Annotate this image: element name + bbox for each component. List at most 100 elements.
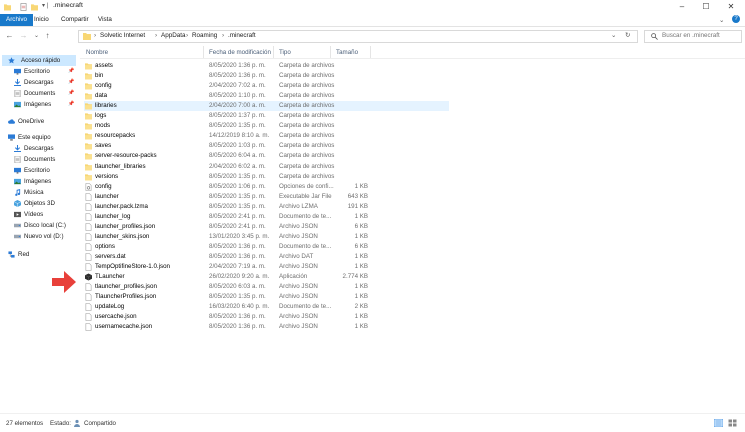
tab-vista[interactable]: Vista <box>92 14 118 26</box>
navigation-bar: ← → ⌄ ↑ › Solvetic Internet › AppData › … <box>0 27 745 45</box>
table-row[interactable]: assets 8/05/2020 1:36 p. m. Carpeta de arc… <box>84 61 449 71</box>
recent-locations-icon[interactable]: ⌄ <box>31 30 42 42</box>
table-row[interactable]: config 8/05/2020 1:06 p. m. Opciones de co… <box>84 182 449 192</box>
folder-icon <box>85 63 92 70</box>
breadcrumb-roaming[interactable]: Roaming <box>192 32 217 39</box>
breadcrumb-appdata[interactable]: AppData <box>161 32 186 39</box>
table-row[interactable]: TempOptifineStore-1.0.json 2/04/2020 7:19… <box>84 262 449 272</box>
table-row[interactable]: resourcepacks 14/12/2019 8:10 a. m. Carpet… <box>84 131 449 141</box>
maximize-button[interactable]: ☐ <box>694 0 718 14</box>
address-dropdown-icon[interactable]: ⌄ <box>611 32 616 39</box>
address-bar[interactable]: › Solvetic Internet › AppData › Roaming … <box>78 30 638 43</box>
column-divider[interactable] <box>330 46 331 58</box>
sidebar-item-imagenes-equipo[interactable]: Imágenes <box>14 176 76 187</box>
table-row[interactable]: logs 8/05/2020 1:37 p. m. Carpeta de archi… <box>84 111 449 121</box>
table-row[interactable]: usernamecache.json 8/05/2020 1:36 p. m. Ar… <box>84 322 449 332</box>
file-date: 8/05/2020 1:35 p. m. <box>209 122 266 130</box>
sidebar-item-acceso-rapido[interactable]: Acceso rápido <box>2 55 76 66</box>
table-row[interactable]: tlauncher_libraries 2/04/2020 6:02 a. m. C… <box>84 162 449 172</box>
table-row[interactable]: saves 8/05/2020 1:03 p. m. Carpeta de arch… <box>84 141 449 151</box>
sidebar-item-descargas-equipo[interactable]: Descargas <box>14 143 76 154</box>
refresh-icon[interactable]: ↻ <box>625 32 630 39</box>
sidebar-item-red[interactable]: Red <box>8 249 76 260</box>
table-row[interactable]: launcher_skins.json 13/01/2020 3:45 p. m.… <box>84 232 449 242</box>
pictures-icon <box>14 178 21 185</box>
table-row[interactable]: usercache.json 8/05/2020 1:36 p. m. Archiv… <box>84 312 449 322</box>
column-divider[interactable] <box>203 46 204 58</box>
file-icon <box>85 283 92 291</box>
file-size: 1 KB <box>354 323 368 331</box>
new-folder-icon[interactable] <box>31 3 38 11</box>
sidebar-item-musica[interactable]: Música <box>14 187 76 198</box>
column-header-date[interactable]: Fecha de modificación <box>209 49 271 56</box>
large-icons-view-icon[interactable] <box>728 419 737 427</box>
search-box[interactable] <box>644 30 742 43</box>
help-icon[interactable]: ? <box>732 15 740 23</box>
sidebar-item-escritorio[interactable]: Escritorio 📌 <box>14 66 76 77</box>
sidebar-item-nuevo-vol-d[interactable]: Nuevo vol (D:) <box>14 231 76 242</box>
table-row[interactable]: options 8/05/2020 1:36 p. m. Documento de … <box>84 242 449 252</box>
up-button[interactable]: ↑ <box>42 30 53 42</box>
table-row[interactable]: libraries 2/04/2020 7:00 a. m. Carpeta de … <box>84 101 449 112</box>
sidebar-item-documents[interactable]: Documents 📌 <box>14 88 76 99</box>
file-size: 2.774 KB <box>342 273 368 281</box>
sidebar-item-documents-equipo[interactable]: Documents <box>14 154 76 165</box>
table-row[interactable]: launcher_profiles.json 8/05/2020 2:41 p. … <box>84 222 449 232</box>
file-date: 8/05/2020 1:37 p. m. <box>209 112 266 120</box>
properties-icon[interactable] <box>20 3 27 11</box>
folder-icon <box>85 113 92 120</box>
column-header-name[interactable]: Nombre <box>86 49 108 56</box>
table-row[interactable]: updateLog 16/03/2020 6:40 p. m. Documento … <box>84 302 449 312</box>
search-input[interactable] <box>662 32 738 39</box>
table-row[interactable]: server-resource-packs 8/05/2020 6:04 a. m… <box>84 151 449 161</box>
table-row[interactable]: TlauncherProfiles.json 8/05/2020 1:35 p. … <box>84 292 449 302</box>
sidebar-item-onedrive[interactable]: OneDrive <box>8 116 76 127</box>
sidebar-item-objetos-3d[interactable]: Objetos 3D <box>14 198 76 209</box>
file-type: Archivo JSON <box>279 283 318 291</box>
sidebar-item-imagenes[interactable]: Imágenes 📌 <box>14 99 76 110</box>
back-button[interactable]: ← <box>4 30 15 42</box>
sidebar-item-videos[interactable]: Vídeos <box>14 209 76 220</box>
sidebar-item-este-equipo[interactable]: Este equipo <box>8 132 76 143</box>
table-row[interactable]: TLauncher 26/02/2020 9:20 a. m. Aplicación… <box>84 272 449 282</box>
quick-access-dropdown-icon[interactable]: ▾ | <box>42 2 48 9</box>
tab-compartir[interactable]: Compartir <box>55 14 95 26</box>
minimize-button[interactable]: – <box>670 0 694 14</box>
expand-ribbon-icon[interactable]: ⌄ <box>719 16 724 24</box>
column-divider[interactable] <box>370 46 371 58</box>
file-date: 8/05/2020 1:36 p. m. <box>209 313 266 321</box>
table-row[interactable]: launcher_log 8/05/2020 2:41 p. m. Document… <box>84 212 449 222</box>
table-row[interactable]: servers.dat 8/05/2020 1:36 p. m. Archivo D… <box>84 252 449 262</box>
table-row[interactable]: launcher.pack.lzma 8/05/2020 1:35 p. m. Ar… <box>84 202 449 212</box>
table-row[interactable]: bin 8/05/2020 1:36 p. m. Carpeta de archiv… <box>84 71 449 81</box>
forward-button[interactable]: → <box>18 30 29 42</box>
table-row[interactable]: tlauncher_profiles.json 8/05/2020 6:03 a.… <box>84 282 449 292</box>
file-size: 6 KB <box>354 222 368 230</box>
folder-icon <box>85 173 92 181</box>
table-row[interactable]: data 8/05/2020 1:10 p. m. Carpeta de archi… <box>84 91 449 101</box>
file-name: bin <box>95 72 104 80</box>
table-row[interactable]: mods 8/05/2020 1:35 p. m. Carpeta de archi… <box>84 121 449 131</box>
arrow-annotation-icon <box>52 271 76 293</box>
file-name: logs <box>95 112 107 120</box>
status-label: Estado: <box>50 420 71 427</box>
sidebar-item-descargas[interactable]: Descargas 📌 <box>14 77 76 88</box>
column-header-type[interactable]: Tipo <box>279 49 291 56</box>
breadcrumb-solvetic-internet[interactable]: Solvetic Internet <box>100 32 145 39</box>
column-header-size[interactable]: Tamaño <box>336 49 358 56</box>
file-type: Carpeta de archivos <box>279 132 335 140</box>
tab-inicio[interactable]: Inicio <box>28 14 55 26</box>
table-row[interactable]: config 2/04/2020 7:02 a. m. Carpeta de arc… <box>84 81 449 91</box>
sidebar-item-disco-local-c[interactable]: Disco local (C:) <box>14 220 76 231</box>
column-divider[interactable] <box>273 46 274 58</box>
details-view-icon[interactable] <box>714 419 723 427</box>
file-size: 191 KB <box>347 202 368 210</box>
table-row[interactable]: launcher 8/05/2020 1:35 p. m. Executable J… <box>84 192 449 202</box>
table-row[interactable]: versions 8/05/2020 1:35 p. m. Carpeta de a… <box>84 172 449 182</box>
sidebar-item-escritorio-equipo[interactable]: Escritorio <box>14 165 76 176</box>
breadcrumb-minecraft[interactable]: .minecraft <box>228 32 256 39</box>
column-headers: Nombre Fecha de modificación Tipo Tamaño <box>80 46 745 59</box>
close-button[interactable]: ✕ <box>719 0 743 14</box>
file-date: 2/04/2020 7:00 a. m. <box>209 102 266 110</box>
file-type: Carpeta de archivos <box>279 152 335 160</box>
